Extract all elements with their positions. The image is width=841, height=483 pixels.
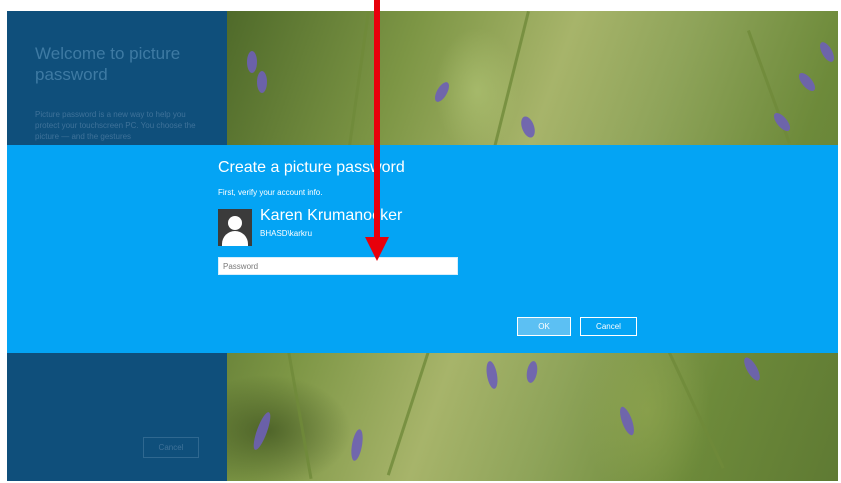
lavender-blossom — [349, 428, 365, 462]
stem-decoration — [287, 350, 313, 480]
avatar-head-shape — [228, 216, 242, 230]
lavender-blossom — [817, 39, 837, 65]
red-arrow-head-icon — [365, 237, 389, 261]
create-picture-password-dialog: Create a picture password First, verify … — [7, 145, 838, 353]
user-account: BHASD\karkru — [260, 229, 313, 238]
lavender-blossom — [247, 51, 257, 73]
lavender-blossom — [617, 405, 637, 437]
stem-decoration — [667, 349, 725, 469]
user-avatar-icon — [218, 209, 252, 246]
lavender-blossom — [250, 410, 274, 452]
password-input[interactable] — [218, 257, 458, 275]
dialog-subtitle: First, verify your account info. — [218, 188, 323, 197]
stem-decoration — [386, 351, 430, 476]
lavender-blossom — [432, 79, 452, 105]
lavender-blossom — [741, 355, 763, 383]
lavender-blossom — [484, 360, 500, 390]
welcome-cancel-button[interactable]: Cancel — [143, 437, 199, 458]
welcome-title: Welcome to picture password — [35, 44, 181, 84]
lavender-blossom — [796, 70, 818, 94]
lavender-blossom — [525, 360, 539, 384]
red-arrow-shaft — [374, 0, 380, 243]
cancel-button[interactable]: Cancel — [580, 317, 637, 336]
lavender-blossom — [771, 110, 793, 134]
lavender-blossom — [518, 114, 538, 140]
stem-decoration — [347, 11, 370, 151]
avatar-body-shape — [222, 231, 248, 246]
lavender-blossom — [257, 71, 267, 93]
ok-button[interactable]: OK — [517, 317, 571, 336]
picture-password-screen: Welcome to picture password Picture pass… — [7, 11, 838, 481]
welcome-description: Picture password is a new way to help yo… — [35, 110, 196, 141]
user-name: Karen Krumanocker — [260, 207, 403, 224]
